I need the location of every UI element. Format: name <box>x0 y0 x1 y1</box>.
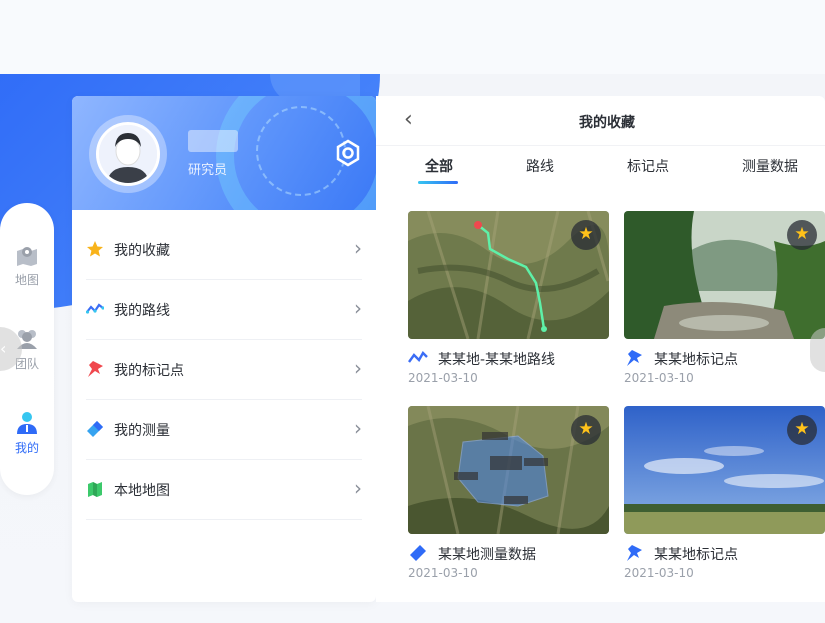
unfavorite-button[interactable]: ★ <box>571 415 601 445</box>
profile-panel: 研究员 我的收藏 › 我的路线 › 我的标记点 › 我的测量 › 本地地图 › <box>72 96 376 602</box>
unfavorite-button[interactable]: ★ <box>787 220 817 250</box>
card-title: 某某地标记点 <box>654 352 738 368</box>
card-title: 某某地标记点 <box>654 547 738 563</box>
menu-item-label: 我的标记点 <box>114 363 184 379</box>
user-name-placeholder <box>188 130 238 152</box>
pin-icon <box>627 350 642 366</box>
menu-item-local-map[interactable]: 本地地图 › <box>86 460 362 520</box>
favorites-panel: ‹ 我的收藏 全部 路线 标记点 测量数据 ★ 某某地-某某地路线 2021-0… <box>376 96 825 602</box>
card-title: 某某地测量数据 <box>438 547 536 563</box>
profile-header: 研究员 <box>72 96 376 210</box>
scroll-handle[interactable] <box>810 328 825 372</box>
tab-measurements[interactable]: 测量数据 <box>742 156 798 176</box>
ruler-icon <box>87 421 103 437</box>
star-icon <box>87 241 103 257</box>
card-date: 2021-03-10 <box>408 371 478 385</box>
menu-item-label: 本地地图 <box>114 483 170 499</box>
header-decoration <box>256 106 346 196</box>
route-icon <box>86 303 104 314</box>
chevron-right-icon: › <box>354 296 362 320</box>
route-icon <box>408 351 428 363</box>
measurement-map-thumbnail[interactable]: ★ <box>408 406 609 534</box>
active-tab-indicator <box>418 181 458 184</box>
menu-item-label: 我的收藏 <box>114 243 170 259</box>
star-icon: ★ <box>794 224 810 244</box>
star-icon: ★ <box>578 224 594 244</box>
settings-icon[interactable] <box>334 139 362 167</box>
page-title: 我的收藏 <box>579 115 635 131</box>
chevron-left-icon: ‹ <box>0 339 7 358</box>
menu-item-routes[interactable]: 我的路线 › <box>86 280 362 340</box>
map-pin-icon <box>17 247 37 266</box>
avatar-person-icon <box>99 125 157 183</box>
menu-item-label: 我的测量 <box>114 423 170 439</box>
card-title: 某某地-某某地路线 <box>438 352 556 368</box>
unfavorite-button[interactable]: ★ <box>787 415 817 445</box>
pin-icon <box>88 361 103 377</box>
star-icon: ★ <box>578 419 594 439</box>
star-icon: ★ <box>794 419 810 439</box>
marker-photo-thumbnail[interactable]: ★ <box>624 211 825 339</box>
ruler-icon <box>410 545 426 561</box>
menu-item-label: 我的路线 <box>114 303 170 319</box>
nav-item-map[interactable]: 地图 <box>0 243 54 293</box>
chevron-right-icon: › <box>354 476 362 500</box>
chevron-right-icon: › <box>354 356 362 380</box>
unfavorite-button[interactable]: ★ <box>571 220 601 250</box>
top-bar <box>0 0 825 74</box>
tab-all[interactable]: 全部 <box>425 156 453 176</box>
card-date: 2021-03-10 <box>408 566 478 580</box>
nav-item-label: 地图 <box>14 273 39 287</box>
chevron-right-icon: › <box>354 416 362 440</box>
tab-markers[interactable]: 标记点 <box>627 156 669 176</box>
route-map-thumbnail[interactable]: ★ <box>408 211 609 339</box>
profile-menu: 我的收藏 › 我的路线 › 我的标记点 › 我的测量 › 本地地图 › <box>86 220 362 520</box>
favorites-header: ‹ 我的收藏 <box>376 96 825 146</box>
menu-item-markers[interactable]: 我的标记点 › <box>86 340 362 400</box>
nav-item-mine[interactable]: 我的 <box>0 411 54 461</box>
card-date: 2021-03-10 <box>624 566 694 580</box>
chevron-right-icon: › <box>354 236 362 260</box>
menu-item-favorites[interactable]: 我的收藏 › <box>86 220 362 280</box>
marker-photo-thumbnail[interactable]: ★ <box>624 406 825 534</box>
nav-item-label: 我的 <box>14 441 39 455</box>
local-map-icon <box>88 482 102 497</box>
menu-item-measure[interactable]: 我的测量 › <box>86 400 362 460</box>
user-role: 研究员 <box>188 163 228 178</box>
pin-icon <box>627 545 642 561</box>
user-icon <box>17 412 37 434</box>
tab-routes[interactable]: 路线 <box>526 156 554 176</box>
avatar[interactable] <box>96 122 160 186</box>
card-date: 2021-03-10 <box>624 371 694 385</box>
